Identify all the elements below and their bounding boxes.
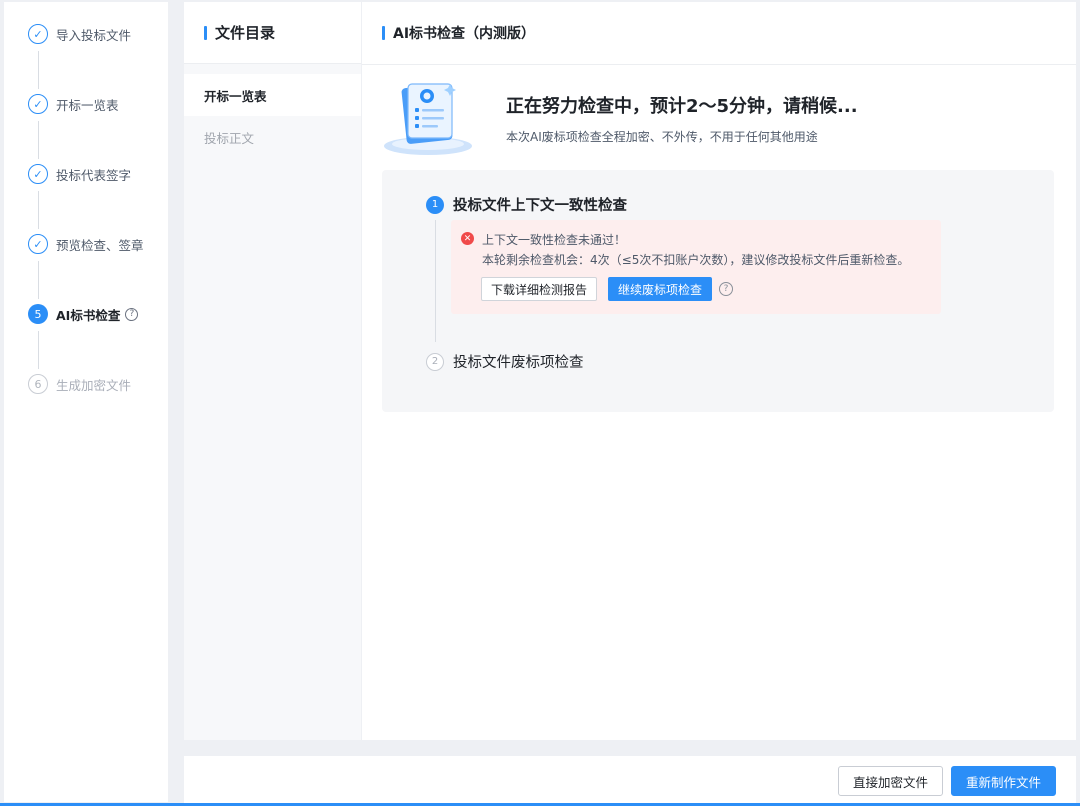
step-import-file[interactable]: ✓ 导入投标文件 bbox=[28, 23, 131, 45]
directory-title: 文件目录 bbox=[215, 24, 276, 42]
step-connector bbox=[38, 191, 39, 229]
step-preview-seal[interactable]: ✓ 预览检查、签章 bbox=[28, 233, 144, 255]
step-ai-check[interactable]: 5 AI标书检查 ? bbox=[28, 303, 139, 325]
steps-sidebar: ✓ 导入投标文件 ✓ 开标一览表 ✓ 投标代表签字 ✓ 预览检查、签章 5 AI… bbox=[4, 2, 168, 802]
footer-bar: 直接加密文件 重新制作文件 bbox=[184, 756, 1076, 806]
encrypt-directly-button[interactable]: 直接加密文件 bbox=[838, 766, 944, 796]
step-connector bbox=[38, 121, 39, 159]
step-connector bbox=[38, 261, 39, 299]
page-title: AI标书检查（内测版） bbox=[393, 26, 536, 42]
check-circle-icon: ✓ bbox=[28, 24, 48, 44]
step-number: 5 bbox=[28, 304, 48, 324]
download-report-button[interactable]: 下载详细检测报告 bbox=[481, 277, 598, 301]
step-representative-sign[interactable]: ✓ 投标代表签字 bbox=[28, 163, 131, 185]
document-check-illustration-icon bbox=[384, 83, 472, 155]
step-label: 生成加密文件 bbox=[56, 377, 132, 393]
question-circle-icon[interactable]: ? bbox=[125, 307, 139, 321]
check-step-number: 2 bbox=[426, 352, 444, 371]
step-connector bbox=[38, 331, 39, 369]
main-panel: AI标书检查（内测版） 正在努力检查中，预计2～5分钟，请稍候... 本次AI废… bbox=[362, 2, 1076, 740]
remake-file-button[interactable]: 重新制作文件 bbox=[951, 766, 1057, 796]
directory-header: 文件目录 bbox=[184, 2, 361, 64]
privacy-note: 本次AI废标项检查全程加密、不外传，不用于任何其他用途 bbox=[506, 130, 818, 144]
question-circle-icon[interactable]: ? bbox=[719, 282, 733, 296]
check-steps-panel: 1 投标文件上下文一致性检查 ✕ 上下文一致性检查未通过！ 本轮剩余检查机会：4… bbox=[382, 170, 1054, 412]
step-bid-list[interactable]: ✓ 开标一览表 bbox=[28, 93, 119, 115]
progress-hero: 正在努力检查中，预计2～5分钟，请稍候... 本次AI废标项检查全程加密、不外传… bbox=[382, 78, 1062, 158]
alert-description: 本轮剩余检查机会：4次（≤5次不扣账户次数），建议修改投标文件后重新检查。 bbox=[482, 253, 910, 267]
check-step-title: 投标文件废标项检查 bbox=[453, 355, 584, 371]
check-step-title: 投标文件上下文一致性检查 bbox=[453, 198, 627, 214]
title-accent-bar bbox=[382, 26, 385, 40]
check-failed-alert: ✕ 上下文一致性检查未通过！ 本轮剩余检查机会：4次（≤5次不扣账户次数），建议… bbox=[451, 220, 941, 314]
check-circle-icon: ✓ bbox=[28, 164, 48, 184]
progress-title: 正在努力检查中，预计2～5分钟，请稍候... bbox=[506, 96, 858, 117]
check-step-number: 1 bbox=[426, 195, 444, 214]
step-connector bbox=[38, 51, 39, 89]
title-accent-bar bbox=[204, 25, 207, 40]
step-label: 投标代表签字 bbox=[56, 167, 132, 183]
step-generate-encrypted: 6 生成加密文件 bbox=[28, 373, 131, 395]
step-label: 导入投标文件 bbox=[56, 27, 132, 43]
check-circle-icon: ✓ bbox=[28, 234, 48, 254]
check-step-disqualification: 2 投标文件废标项检查 bbox=[426, 351, 584, 372]
continue-check-button[interactable]: 继续废标项检查 bbox=[608, 277, 713, 301]
main-header: AI标书检查（内测版） bbox=[362, 2, 1076, 65]
alert-title: 上下文一致性检查未通过！ bbox=[482, 233, 627, 247]
check-step-connector bbox=[435, 220, 436, 342]
step-number: 6 bbox=[28, 374, 48, 394]
directory-item-bid-list[interactable]: 开标一览表 bbox=[184, 74, 361, 116]
check-circle-icon: ✓ bbox=[28, 94, 48, 114]
error-circle-icon: ✕ bbox=[461, 232, 474, 245]
step-label: AI标书检查 bbox=[56, 307, 121, 323]
file-directory-panel: 文件目录 开标一览表 投标正文 bbox=[184, 2, 361, 740]
step-label: 预览检查、签章 bbox=[56, 237, 144, 253]
directory-item-bid-body[interactable]: 投标正文 bbox=[184, 116, 361, 158]
step-label: 开标一览表 bbox=[56, 97, 119, 113]
check-step-consistency: 1 投标文件上下文一致性检查 bbox=[426, 194, 627, 215]
